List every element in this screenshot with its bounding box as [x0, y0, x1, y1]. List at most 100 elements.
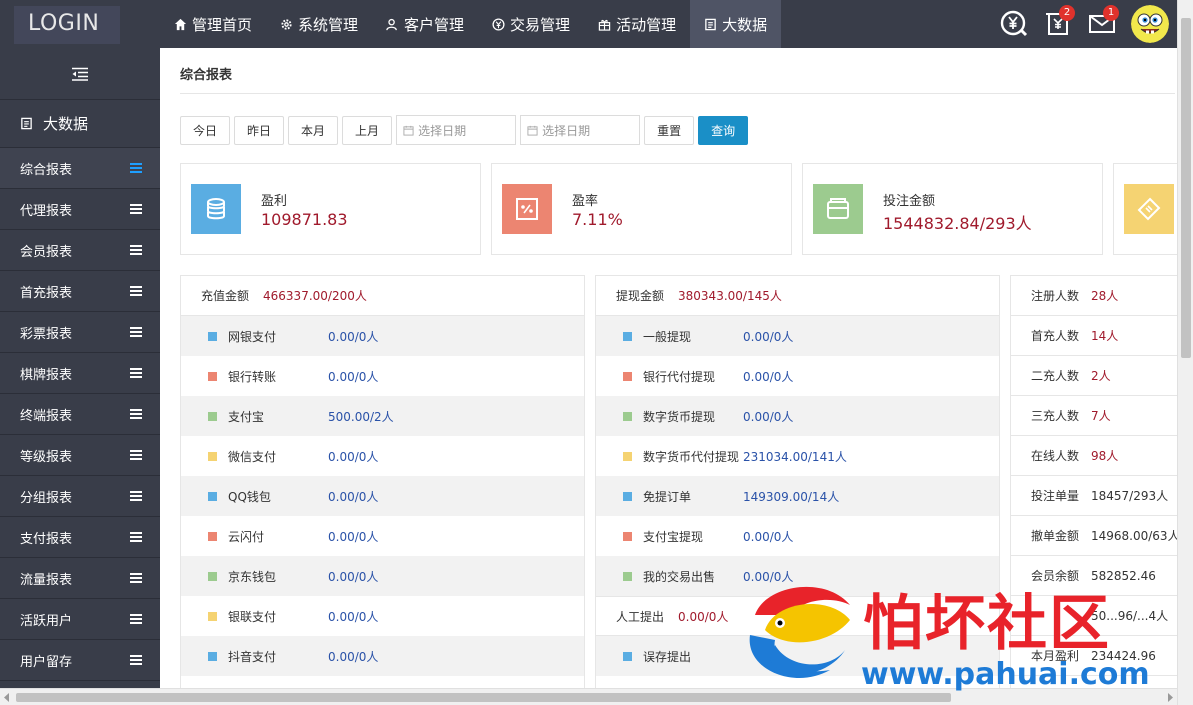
sidebar-item[interactable]: 首充报表	[0, 271, 160, 312]
nav-system[interactable]: 系统管理	[266, 0, 372, 48]
last-month-button[interactable]: 上月	[342, 115, 393, 145]
title-divider	[180, 93, 1175, 94]
logo[interactable]: LOGIN	[14, 6, 120, 44]
row-label: 一般提现	[643, 329, 692, 344]
card-icon-box	[813, 184, 863, 234]
menu-icon	[130, 204, 142, 214]
horizontal-scroll-thumb[interactable]	[16, 693, 951, 702]
row-value: 231034.00/141人	[743, 449, 847, 464]
recharge-rows: 网银支付 0.00/0人 银行转账 0.00/0人 支付宝 500.00/2人 微信支付 0.…	[181, 316, 584, 676]
row-value: 0.00/0人	[328, 609, 379, 624]
sidebar-item-label: 等级报表	[20, 449, 73, 465]
mail-button[interactable]: 1	[1083, 5, 1121, 40]
end-date-input[interactable]: 选择日期	[520, 115, 641, 145]
profit-rate-card: 盈率 7.11%	[491, 163, 792, 255]
manual-header-label: 人工提出	[616, 609, 665, 624]
stat-label: 本月盈利	[1031, 649, 1080, 663]
top-bar: LOGIN 管理首页 系统管理 客户管理 交易管理 活动管理 大数据 2 1	[0, 0, 1193, 48]
avatar[interactable]	[1131, 5, 1169, 43]
percent-icon	[516, 198, 538, 220]
legend-square	[208, 331, 217, 341]
query-button[interactable]: 查询	[698, 115, 749, 145]
manual-rows: 误存提出	[596, 636, 999, 676]
list-item: 误存提出	[596, 636, 999, 676]
menu-icon	[130, 655, 142, 665]
sidebar-item[interactable]: 支付报表	[0, 517, 160, 558]
sidebar-item-label: 用户留存	[20, 654, 73, 670]
panel-header-label: 提现金额	[616, 289, 665, 303]
bet-amount-card: 投注金额 1544832.84/293人	[802, 163, 1103, 255]
recharge-panel: 充值金额 466337.00/200人 网银支付 0.00/0人 银行转账 0.00/…	[180, 275, 585, 688]
menu-icon	[130, 409, 142, 419]
legend-square	[208, 611, 217, 621]
list-item: 微信支付 0.00/0人	[181, 436, 584, 476]
row-value: 0.00/0人	[743, 409, 794, 424]
sidebar-item-label: 流量报表	[20, 572, 73, 588]
nav-customer[interactable]: 客户管理	[372, 0, 478, 48]
stat-row: 会员余额 582852.46	[1011, 556, 1177, 596]
horizontal-scrollbar[interactable]	[0, 688, 1177, 705]
card-value: 7.11%	[572, 210, 623, 229]
card-icon-box	[502, 184, 552, 234]
legend-square	[623, 371, 632, 381]
main-content: 综合报表 今日 昨日 本月 上月 选择日期 选择日期 重置 查询 盈利 1098…	[160, 48, 1177, 688]
sidebar-item[interactable]: 综合报表	[0, 148, 160, 189]
menu-icon	[130, 163, 142, 173]
menu-icon	[130, 368, 142, 378]
reset-button[interactable]: 重置	[644, 115, 695, 145]
sidebar-item[interactable]: 流量报表	[0, 558, 160, 599]
legend-square	[623, 651, 632, 661]
row-label: 云闪付	[228, 529, 265, 544]
today-button[interactable]: 今日	[180, 115, 231, 145]
sidebar-item[interactable]: 终端报表	[0, 394, 160, 435]
row-label: 误存提出	[643, 649, 692, 664]
vertical-scroll-thumb[interactable]	[1181, 18, 1191, 358]
start-date-input[interactable]: 选择日期	[396, 115, 517, 145]
row-label: 我的交易出售	[643, 569, 716, 584]
nav-bigdata[interactable]: 大数据	[690, 0, 782, 48]
scroll-left-icon[interactable]	[3, 693, 11, 702]
menu-icon	[130, 450, 142, 460]
sidebar-item[interactable]: 等级报表	[0, 435, 160, 476]
row-value: 0.00/0人	[743, 329, 794, 344]
nav-home[interactable]: 管理首页	[160, 0, 266, 48]
sidebar-item-label: 首充报表	[20, 285, 73, 301]
stats-panel: 注册人数 28人 首充人数 14人 二充人数 2人 三充人数 7人 在线人数 98人 投注单量 184…	[1010, 275, 1177, 688]
panel-header-value: 466337.00/200人	[263, 289, 367, 303]
sidebar-section-title: 大数据	[0, 100, 160, 148]
yesterday-button[interactable]: 昨日	[234, 115, 285, 145]
stats-rows: 注册人数 28人 首充人数 14人 二充人数 2人 三充人数 7人 在线人数 98人 投注单量 184…	[1011, 276, 1177, 676]
receipt-badge: 2	[1059, 5, 1075, 21]
row-value: 0.00/0人	[328, 369, 379, 384]
withdraw-rows: 一般提现 0.00/0人 银行代付提现 0.00/0人 数字货币提现 0.00/0人 数字货…	[596, 316, 999, 596]
legend-square	[208, 491, 217, 501]
user-icon	[386, 18, 397, 30]
stat-row: 50...96/...4人	[1011, 596, 1177, 636]
vertical-scrollbar[interactable]	[1177, 0, 1193, 705]
toolbar: 2 1	[995, 0, 1193, 48]
legend-square	[623, 571, 632, 581]
sidebar-item[interactable]: 分组报表	[0, 476, 160, 517]
receipt-button[interactable]: 2	[1039, 5, 1077, 40]
sidebar-item[interactable]: 活跃用户	[0, 599, 160, 640]
home-icon	[174, 18, 187, 30]
coin-icon	[492, 17, 505, 31]
this-month-button[interactable]: 本月	[288, 115, 339, 145]
card-value: 109871.83	[261, 210, 348, 229]
row-value: 0.00/0人	[328, 449, 379, 464]
nav-label: 大数据	[722, 15, 768, 34]
scroll-right-icon[interactable]	[1166, 693, 1174, 702]
row-label: QQ钱包	[228, 489, 271, 504]
sidebar-item[interactable]: 彩票报表	[0, 312, 160, 353]
nav-activity[interactable]: 活动管理	[584, 0, 690, 48]
nav-trade[interactable]: 交易管理	[478, 0, 584, 48]
withdraw-panel: 提现金额 380343.00/145人 一般提现 0.00/0人 银行代付提现 0.0…	[595, 275, 1000, 688]
sidebar-section-label: 大数据	[43, 115, 89, 133]
sidebar-item[interactable]: 会员报表	[0, 230, 160, 271]
sidebar-item[interactable]: 代理报表	[0, 189, 160, 230]
sidebar-toggle[interactable]	[0, 48, 160, 100]
stat-value: 582852.46	[1091, 568, 1156, 583]
sidebar-item[interactable]: 棋牌报表	[0, 353, 160, 394]
currency-button[interactable]	[995, 8, 1033, 40]
sidebar-item[interactable]: 用户留存	[0, 640, 160, 681]
